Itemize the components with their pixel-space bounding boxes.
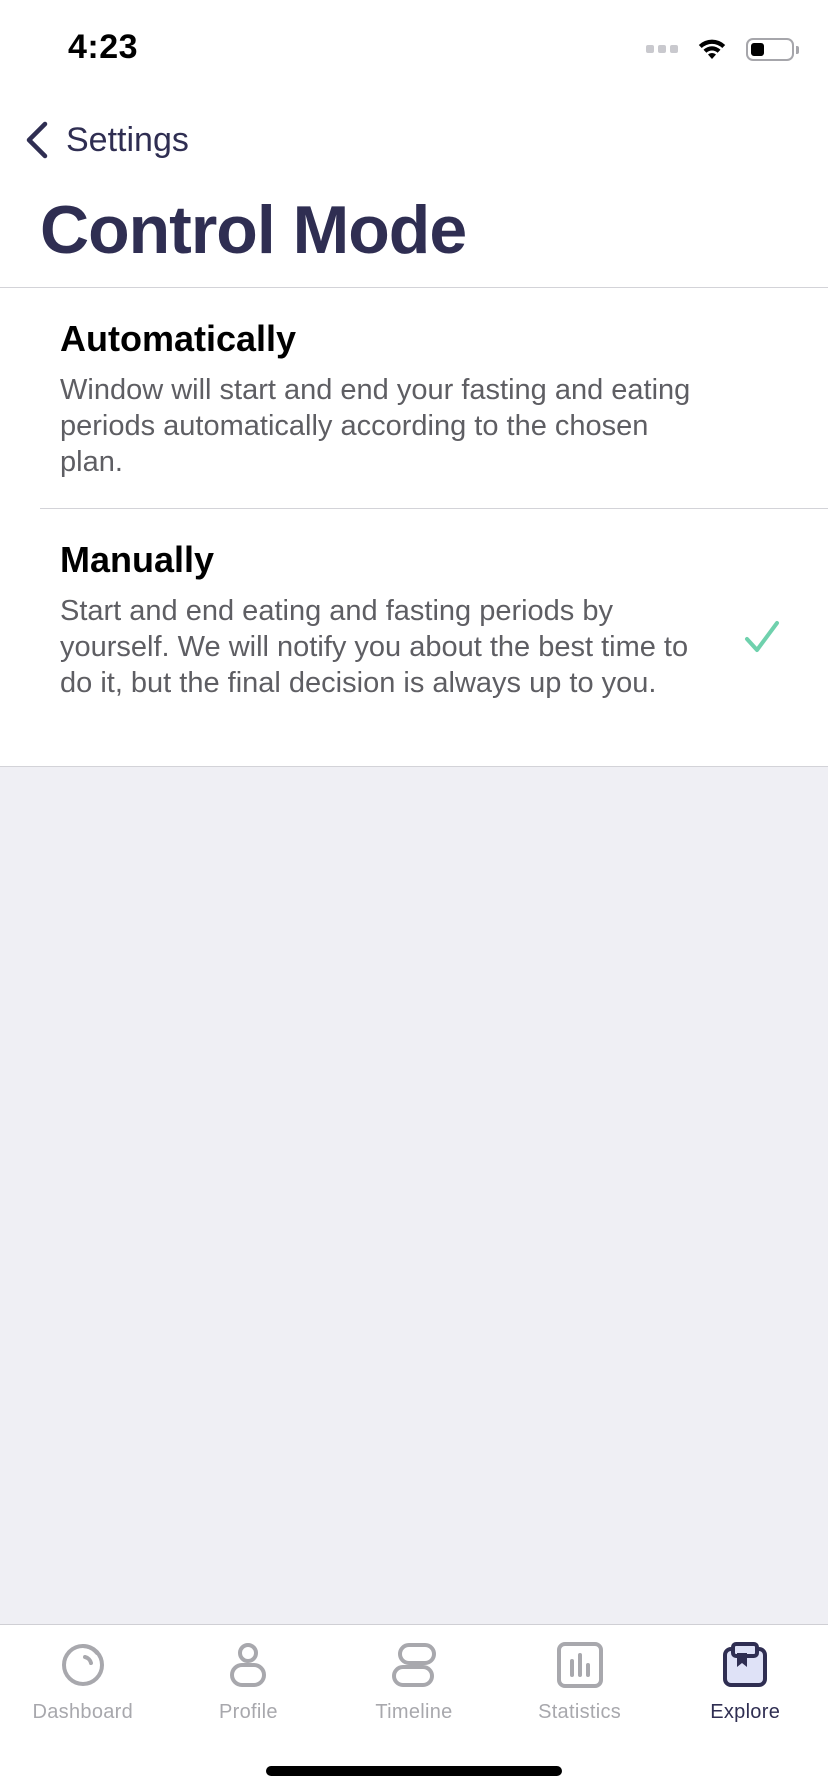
page-title: Control Mode <box>40 192 467 268</box>
chevron-left-icon <box>26 121 48 159</box>
statistics-icon <box>556 1642 603 1688</box>
option-title: Manually <box>60 539 215 580</box>
cellular-signal-icon <box>646 45 678 53</box>
tab-profile[interactable]: Profile <box>166 1625 332 1724</box>
option-manually[interactable]: Manually Start and end eating and fastin… <box>0 509 828 766</box>
tab-dashboard[interactable]: Dashboard <box>0 1625 166 1724</box>
option-automatically[interactable]: Automatically Window will start and end … <box>0 288 828 509</box>
back-button-label: Settings <box>66 120 189 159</box>
tab-label: Timeline <box>375 1701 453 1723</box>
tab-label: Profile <box>218 1701 278 1723</box>
battery-level <box>751 42 764 56</box>
control-mode-options: Automatically Window will start and end … <box>0 288 828 767</box>
battery-icon <box>746 37 799 61</box>
wifi-icon <box>698 39 726 59</box>
tab-statistics[interactable]: Statistics <box>497 1625 663 1724</box>
option-title: Automatically <box>60 318 297 359</box>
tab-explore[interactable]: Explore <box>662 1625 828 1724</box>
dashboard-icon <box>61 1644 104 1686</box>
tab-label: Statistics <box>538 1701 622 1723</box>
status-icons <box>646 34 799 64</box>
tab-label: Explore <box>710 1701 781 1723</box>
option-description: Window will start and end your fasting a… <box>60 374 691 478</box>
tab-label: Dashboard <box>32 1701 134 1723</box>
back-button[interactable]: Settings <box>24 116 189 164</box>
home-indicator[interactable] <box>266 1766 562 1776</box>
timeline-icon <box>391 1643 436 1687</box>
tab-timeline[interactable]: Timeline <box>331 1625 497 1724</box>
tab-bar: Dashboard Profile Timeline Statistics Ex… <box>0 1624 828 1792</box>
header-area: 4:23 Settings Control Mode <box>0 0 828 288</box>
profile-icon <box>230 1643 267 1687</box>
checkmark-icon <box>745 621 779 652</box>
explore-icon <box>723 1642 768 1687</box>
option-description: Start and end eating and fasting periods… <box>60 595 689 699</box>
status-time: 4:23 <box>68 28 139 66</box>
